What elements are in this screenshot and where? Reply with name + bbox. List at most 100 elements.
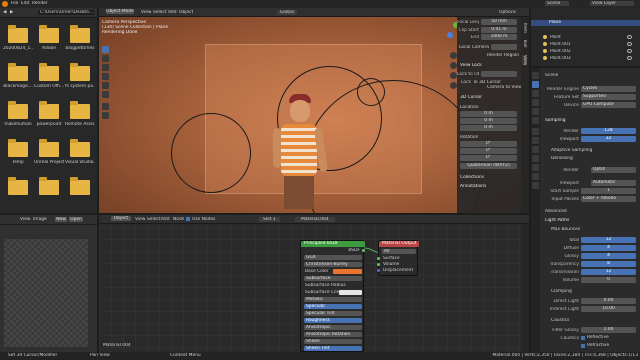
axis-z-icon[interactable] <box>447 32 453 38</box>
file-item[interactable] <box>65 176 95 210</box>
options-button[interactable]: Options <box>499 10 516 15</box>
particles-props-icon[interactable] <box>532 146 539 153</box>
file-item[interactable] <box>3 176 33 210</box>
node-menu-select[interactable]: Select <box>147 217 161 222</box>
refractive-checkbox-icon[interactable] <box>581 344 585 348</box>
specular-field[interactable]: Specular <box>304 304 362 309</box>
subsurface-color-swatch[interactable] <box>339 290 362 295</box>
file-item[interactable]: Remote Assis... <box>65 100 95 134</box>
forward-icon[interactable]: ▶ <box>10 10 13 15</box>
viewport-samples-field[interactable]: 32 <box>581 136 636 142</box>
annotations-header[interactable]: Annotations <box>460 184 486 189</box>
output-props-icon[interactable] <box>532 90 539 97</box>
file-item[interactable]: Custom Offi... <box>34 62 64 96</box>
camera-view-icon[interactable] <box>450 72 457 79</box>
character-model[interactable] <box>271 94 331 209</box>
outliner-row[interactable]: Point <box>531 34 640 41</box>
clamping-header[interactable]: Clamping <box>551 289 572 294</box>
viewport-3d[interactable]: Object Mode View Select Add Object Globa… <box>99 8 529 213</box>
rotate-tool-icon[interactable] <box>102 73 109 80</box>
file-item[interactable]: fs system pa... <box>65 62 95 96</box>
material-select[interactable]: Material.004 <box>295 217 335 222</box>
visibility-eye-icon[interactable] <box>627 49 632 53</box>
output-target-select[interactable]: All <box>382 249 416 254</box>
bsdf-node-header[interactable]: Principled BSDF <box>301 241 365 247</box>
output-node-header[interactable]: Material Output <box>379 241 419 247</box>
constraints-props-icon[interactable] <box>532 164 539 171</box>
file-item[interactable]: blogpettimes <box>65 24 95 58</box>
file-item[interactable]: Adobe <box>34 24 64 58</box>
use-nodes-label[interactable]: Use Nodes <box>192 217 215 222</box>
focal-length-field[interactable]: 50 mm <box>481 19 517 25</box>
advanced-header[interactable]: Advanced <box>545 209 567 214</box>
reflective-checkbox-icon[interactable] <box>581 336 585 340</box>
render-engine-select[interactable]: Cycles <box>581 86 636 92</box>
feature-set-select[interactable]: Supported <box>581 94 636 100</box>
pan-view-icon[interactable] <box>450 62 457 69</box>
sampling-header[interactable]: Sampling <box>545 118 566 123</box>
tab-item[interactable]: Item <box>522 23 527 33</box>
render-region-checkbox[interactable]: Render Region <box>487 53 519 58</box>
indirect-light-field[interactable]: 10.00 <box>581 306 636 312</box>
light-paths-header[interactable]: Light Paths <box>545 218 569 223</box>
surface-socket[interactable] <box>377 257 380 260</box>
cursor-tool-icon[interactable] <box>102 55 109 62</box>
outliner-row[interactable]: Point.002 <box>531 48 640 55</box>
subsurface-method-select[interactable]: Christensen-Burley <box>304 262 362 267</box>
outliner-highlight-row[interactable] <box>531 20 640 26</box>
distribution-select[interactable]: GGX <box>304 255 362 260</box>
image-menu[interactable]: Image <box>33 217 47 222</box>
slot-select[interactable]: Slot 1 <box>259 217 280 222</box>
back-icon[interactable]: ◀ <box>3 10 6 15</box>
refractive-label[interactable]: Refractive <box>587 343 609 348</box>
input-passes-select[interactable]: Color + Albedo <box>581 196 636 202</box>
cursor-loc-z[interactable]: 0 m <box>460 125 517 131</box>
cursor-rot-x[interactable]: 0° <box>460 141 517 147</box>
rotation-mode-select[interactable]: Quaternion (WXYZ) <box>460 163 517 169</box>
transform-tool-icon[interactable] <box>102 91 109 98</box>
caustics-header[interactable]: Caustics <box>551 318 569 323</box>
file-item[interactable]: powerpoint <box>34 100 64 134</box>
glossy-bounces-field[interactable]: 4 <box>581 253 636 259</box>
transmission-bounces-field[interactable]: 12 <box>581 269 636 275</box>
roughness-field[interactable]: Roughness <box>304 318 362 323</box>
viewlayer-selector[interactable]: View Layer <box>590 1 634 6</box>
total-bounces-field[interactable]: 12 <box>581 237 636 243</box>
cursor-rot-z[interactable]: 0° <box>460 155 517 161</box>
cursor-loc-x[interactable]: 0 m <box>460 111 517 117</box>
clip-end-field[interactable]: 1000 m <box>481 34 517 40</box>
outliner-row[interactable]: Point.003 <box>531 55 640 62</box>
world-props-icon[interactable] <box>532 117 539 124</box>
collections-header[interactable]: Collections <box>460 175 484 180</box>
node-menu-view[interactable]: View <box>135 217 145 222</box>
menu-file[interactable]: File <box>11 1 18 6</box>
anisotropic-field[interactable]: Anisotropic <box>304 325 362 330</box>
use-nodes-checkbox-icon[interactable] <box>186 217 190 221</box>
render-props-icon[interactable] <box>532 81 539 88</box>
path-field[interactable]: C:\Users\Omer\Deskto... <box>38 10 94 15</box>
viewport-menu-view[interactable]: View <box>141 10 151 15</box>
view-menu[interactable]: View <box>20 217 30 222</box>
shader-editor[interactable]: Object View Select Add Node Use Nodes Sl… <box>99 215 529 352</box>
material-output-node[interactable]: Material Output All Surface Volume Displ… <box>377 240 419 276</box>
specular-tint-field[interactable]: Specular Tint <box>304 311 362 316</box>
transparency-bounces-field[interactable]: 8 <box>581 261 636 267</box>
view-lock-header[interactable]: View Lock <box>460 63 482 68</box>
volume-socket[interactable] <box>377 263 380 266</box>
viewport-menu-select[interactable]: Select <box>153 10 167 15</box>
file-item[interactable]: 20200824_1... <box>3 24 33 58</box>
physics-props-icon[interactable] <box>532 155 539 162</box>
annotate-tool-icon[interactable] <box>102 103 109 110</box>
clip-start-field[interactable]: 0.01 m <box>481 27 517 33</box>
new-image-button[interactable]: New <box>55 217 67 222</box>
sheen-field[interactable]: Sheen <box>304 339 362 344</box>
file-item[interactable]: Blackmagic... <box>3 62 33 96</box>
anisotropic-rotation-field[interactable]: Anisotropic Rotation <box>304 332 362 337</box>
device-select[interactable]: GPU Compute <box>581 102 636 108</box>
camera-to-view-checkbox[interactable]: Camera to View <box>487 85 522 90</box>
scene-props-icon[interactable] <box>532 108 539 115</box>
menu-render[interactable]: Render <box>32 1 48 6</box>
3d-cursor-header[interactable]: 3D Cursor <box>460 95 482 100</box>
move-tool-icon[interactable] <box>102 64 109 71</box>
viewport-menu-add[interactable]: Add <box>168 10 177 15</box>
